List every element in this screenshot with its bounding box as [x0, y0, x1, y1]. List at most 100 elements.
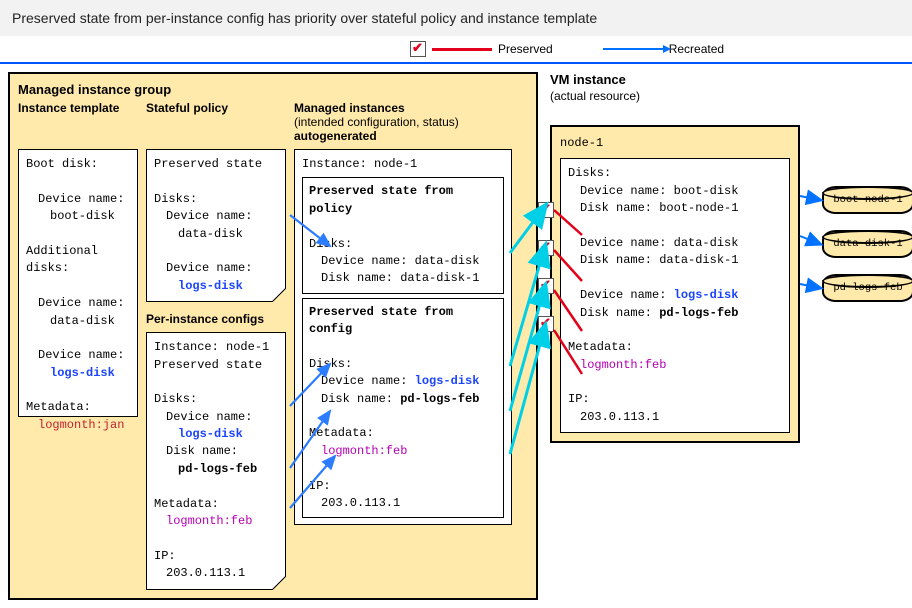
from-config-device: Device name: logs-disk	[309, 373, 497, 390]
vm-logs-device-prefix: Device name:	[580, 288, 674, 302]
col-template: Instance template Boot disk: Device name…	[18, 101, 138, 417]
vm-title: VM instance	[550, 72, 904, 87]
from-config-diskname: Disk name: pd-logs-feb	[309, 391, 497, 408]
disk-logs: pd-logs-feb	[822, 274, 912, 302]
from-config-diskname-val: pd-logs-feb	[400, 392, 479, 406]
from-config-logs-disk: logs-disk	[415, 374, 480, 388]
device-name-label: Device name:	[26, 191, 130, 208]
per-instance-instance: Instance: node-1	[154, 339, 278, 356]
per-instance-metadata: logmonth:feb	[154, 513, 278, 530]
vm-name: node-1	[560, 135, 790, 152]
device-name-label: Device name:	[26, 347, 130, 364]
from-config-box: Preserved state from config Disks: Devic…	[302, 298, 504, 519]
from-policy-disks: Disks:	[309, 236, 497, 253]
template-title: Instance template	[18, 101, 138, 143]
check-icon	[538, 316, 554, 332]
vm-logs-device: Device name: logs-disk	[568, 287, 782, 304]
preserved-checks	[538, 202, 554, 332]
vm-ip-label: IP:	[568, 391, 782, 408]
from-policy-box: Preserved state from policy Disks: Devic…	[302, 177, 504, 293]
vm-data-device: Device name: data-disk	[568, 235, 782, 252]
device-name-label: Device name:	[154, 260, 278, 277]
disk-name-label: Disk name:	[154, 443, 278, 460]
vm-metadata-label: Metadata:	[568, 339, 782, 356]
managed-instance-box: Instance: node-1 Preserved state from po…	[294, 149, 512, 525]
from-config-device-prefix: Device name:	[321, 374, 415, 388]
disk-data-label: data-disk-1	[833, 238, 902, 250]
preserved-state-label: Preserved state	[154, 156, 278, 173]
per-instance-box: Instance: node-1 Preserved state Disks: …	[146, 332, 286, 589]
per-instance-ip: 203.0.113.1	[154, 565, 278, 582]
per-instance-ip-label: IP:	[154, 548, 278, 565]
vm-box: node-1 Disks: Device name: boot-disk Dis…	[550, 125, 800, 443]
additional-disks-label: Additional disks:	[26, 243, 130, 278]
disk-data: data-disk-1	[822, 230, 912, 258]
template-box: Boot disk: Device name: boot-disk Additi…	[18, 149, 138, 417]
legend-recreated: Recreated	[603, 42, 724, 56]
check-icon	[410, 41, 426, 57]
legend-recreated-label: Recreated	[669, 42, 724, 56]
mig-container: Managed instance group Instance template…	[8, 72, 538, 600]
policy-logs-disk: logs-disk	[154, 278, 278, 295]
preserved-line-icon	[432, 48, 492, 51]
legend: Preserved Recreated	[0, 36, 912, 64]
per-instance-preserved: Preserved state	[154, 357, 278, 374]
managed-title-text: Managed instances	[294, 101, 405, 115]
disk-logs-label: pd-logs-feb	[833, 282, 902, 294]
managed-subtitle2: autogenerated	[294, 129, 377, 143]
check-icon	[538, 202, 554, 218]
disk-boot-label: boot-node-1	[833, 194, 902, 206]
check-icon	[538, 240, 554, 256]
legend-preserved-label: Preserved	[498, 42, 553, 56]
vm-logs-name-prefix: Disk name:	[580, 306, 659, 320]
logs-disk-name: logs-disk	[26, 365, 130, 382]
device-name-label: Device name:	[154, 208, 278, 225]
disks-label: Disks:	[154, 191, 278, 208]
policy-data-disk: data-disk	[154, 226, 278, 243]
managed-subtitle: (intended configuration, status)	[294, 115, 459, 129]
device-name-label: Device name:	[154, 409, 278, 426]
from-config-ip-label: IP:	[309, 478, 497, 495]
boot-disk-label: Boot disk:	[26, 156, 130, 173]
policy-title: Stateful policy	[146, 101, 286, 143]
device-name-label: Device name:	[26, 295, 130, 312]
col-stateful: Stateful policy Preserved state Disks: D…	[146, 101, 286, 590]
vm-logs-name-val: pd-logs-feb	[659, 306, 738, 320]
banner-title: Preserved state from per-instance config…	[0, 0, 912, 36]
metadata-label: Metadata:	[26, 399, 130, 416]
vm-data-name: Disk name: data-disk-1	[568, 252, 782, 269]
vm-inner: Disks: Device name: boot-disk Disk name:…	[560, 158, 790, 433]
vm-disks-label: Disks:	[568, 165, 782, 182]
vm-side: VM instance (actual resource) node-1 Dis…	[550, 72, 904, 600]
policy-box: Preserved state Disks: Device name: data…	[146, 149, 286, 302]
per-instance-disk-name: pd-logs-feb	[154, 461, 278, 478]
vm-ip: 203.0.113.1	[568, 409, 782, 426]
from-config-metadata: logmonth:feb	[309, 443, 497, 460]
mig-title: Managed instance group	[18, 82, 528, 97]
vm-metadata: logmonth:feb	[568, 357, 782, 374]
vm-boot-device: Device name: boot-disk	[568, 183, 782, 200]
col-managed: Managed instances (intended configuratio…	[294, 101, 512, 525]
managed-instance-label: Instance: node-1	[302, 156, 504, 173]
from-policy-title: Preserved state from policy	[309, 183, 497, 218]
from-policy-device: Device name: data-disk	[309, 253, 497, 270]
vm-subtitle: (actual resource)	[550, 89, 904, 103]
data-disk-name: data-disk	[26, 313, 130, 330]
disk-boot: boot-node-1	[822, 186, 912, 214]
per-instance-disks: Disks:	[154, 391, 278, 408]
from-config-title: Preserved state from config	[309, 304, 497, 339]
vm-logs-name: Disk name: pd-logs-feb	[568, 305, 782, 322]
vm-boot-name: Disk name: boot-node-1	[568, 200, 782, 217]
metadata-value: logmonth:jan	[26, 417, 130, 434]
per-instance-metadata-label: Metadata:	[154, 496, 278, 513]
from-config-ip: 203.0.113.1	[309, 495, 497, 512]
check-icon	[538, 278, 554, 294]
vm-logs-disk: logs-disk	[674, 288, 739, 302]
per-instance-title: Per-instance configs	[146, 312, 286, 326]
disk-resources: boot-node-1 data-disk-1 pd-logs-feb	[822, 186, 912, 302]
from-policy-diskname: Disk name: data-disk-1	[309, 270, 497, 287]
recreated-line-icon	[603, 48, 663, 50]
legend-preserved: Preserved	[410, 41, 553, 57]
per-instance-logs-disk: logs-disk	[154, 426, 278, 443]
managed-title: Managed instances (intended configuratio…	[294, 101, 512, 143]
